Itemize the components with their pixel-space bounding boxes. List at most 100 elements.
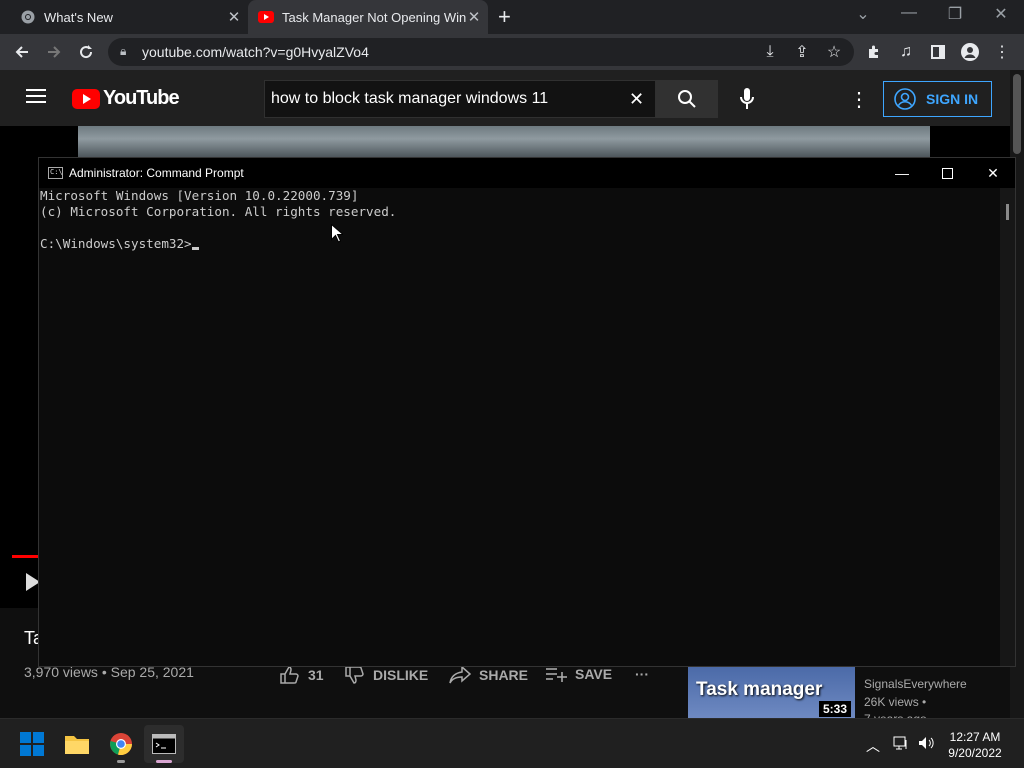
account-icon: [894, 88, 916, 110]
clock-time: 12:27 AM: [949, 730, 1001, 744]
bookmark-star-icon[interactable]: ☆: [824, 42, 844, 62]
more-actions-icon: ···: [635, 666, 649, 682]
tab-youtube-video[interactable]: Task Manager Not Opening Windows ✕: [248, 0, 488, 34]
chrome-taskbar-button[interactable]: [101, 725, 141, 763]
lock-icon: 🔒︎: [120, 44, 127, 58]
windows-taskbar: ︿ 12:27 AM 9/20/2022: [0, 718, 1024, 768]
share-icon[interactable]: ⇪: [792, 42, 812, 62]
console-output[interactable]: Microsoft Windows [Version 10.0.22000.73…: [39, 188, 999, 666]
cmd-title-bar[interactable]: C:\ Administrator: Command Prompt — ✕: [39, 158, 1015, 188]
thumbs-down-icon: [345, 666, 364, 684]
clock-date: 9/20/2022: [948, 746, 1002, 760]
microphone-icon[interactable]: [740, 88, 754, 115]
sign-in-label: SIGN IN: [926, 91, 979, 107]
restore-icon[interactable]: ❐: [943, 4, 967, 24]
tab-strip: What's New ✕ Task Manager Not Opening Wi…: [0, 0, 1024, 34]
clear-search-icon[interactable]: ✕: [629, 89, 644, 110]
media-control-icon[interactable]: ♫: [896, 42, 916, 62]
console-prompt: C:\Windows\system32>: [40, 236, 192, 251]
close-tab-icon[interactable]: ✕: [226, 8, 242, 26]
tab-title: What's New: [44, 9, 113, 25]
running-indicator: [117, 760, 125, 763]
cmd-close-icon[interactable]: ✕: [970, 158, 1016, 188]
youtube-logo[interactable]: YouTube: [72, 87, 180, 110]
install-icon[interactable]: ⤓: [760, 42, 780, 62]
browser-toolbar: 🔒︎ youtube.com/watch?v=g0HvyalZVo4 ⤓ ⇪ ☆…: [0, 34, 1024, 70]
search-icon: [678, 90, 696, 108]
new-tab-icon[interactable]: +: [498, 6, 511, 28]
video-frame: [78, 126, 930, 158]
youtube-header: YouTube how to block task manager window…: [0, 70, 1024, 126]
minimize-icon[interactable]: —: [897, 4, 921, 22]
cmd-maximize-icon[interactable]: [924, 158, 970, 188]
recommended-channel[interactable]: SignalsEverywhere: [864, 677, 967, 691]
cmd-taskbar-button[interactable]: [144, 725, 184, 763]
terminal-icon: [152, 734, 176, 754]
forward-icon[interactable]: [44, 42, 64, 62]
save-label: SAVE: [575, 666, 613, 682]
video-duration: 5:33: [818, 701, 851, 717]
more-actions-button[interactable]: ···: [635, 666, 649, 682]
settings-kebab-icon[interactable]: ⋮: [849, 87, 869, 112]
extensions-icon[interactable]: [864, 42, 884, 62]
recommended-thumbnail[interactable]: Task manager 5:33: [688, 667, 855, 719]
chrome-logo-icon: [110, 733, 133, 756]
profile-icon[interactable]: [960, 42, 980, 62]
playlist-add-icon: [546, 668, 567, 682]
cmd-window-title: Administrator: Command Prompt: [69, 166, 244, 180]
dislike-label: DISLIKE: [373, 667, 429, 683]
close-tab-icon[interactable]: ✕: [466, 8, 482, 26]
share-button[interactable]: SHARE: [449, 666, 528, 684]
youtube-play-logo-icon: [72, 88, 100, 109]
address-bar[interactable]: 🔒︎ youtube.com/watch?v=g0HvyalZVo4: [108, 38, 854, 66]
cmd-scrollbar-thumb[interactable]: [1006, 204, 1009, 220]
tab-whats-new[interactable]: What's New ✕: [8, 0, 248, 34]
search-button[interactable]: [656, 80, 718, 118]
start-button[interactable]: [12, 725, 52, 763]
cmd-scrollbar[interactable]: [1000, 188, 1015, 666]
thumbnail-text: Task manager: [696, 679, 823, 700]
share-arrow-icon: [449, 666, 471, 684]
page-scrollbar-thumb[interactable]: [1013, 74, 1021, 154]
search-value: how to block task manager windows 11: [271, 90, 549, 107]
console-prompt-line[interactable]: C:\Windows\system32>: [40, 236, 999, 252]
like-button[interactable]: 31: [280, 666, 324, 684]
reload-icon[interactable]: [76, 42, 96, 62]
text-cursor: [191, 247, 199, 250]
file-explorer-button[interactable]: [57, 725, 97, 763]
chrome-icon: [20, 9, 36, 25]
network-icon[interactable]: [893, 736, 909, 753]
youtube-icon: [258, 9, 274, 25]
tab-title: Task Manager Not Opening Windows: [282, 9, 466, 25]
folder-icon: [65, 736, 89, 754]
share-label: SHARE: [479, 667, 529, 683]
logo-text: YouTube: [103, 87, 180, 109]
back-icon[interactable]: [12, 42, 32, 62]
hamburger-menu-icon[interactable]: [26, 88, 46, 109]
cmd-app-icon: C:\: [48, 167, 63, 179]
side-panel-icon[interactable]: [928, 42, 948, 62]
like-count: 31: [308, 667, 324, 683]
cmd-minimize-icon[interactable]: —: [879, 158, 925, 188]
windows-logo-icon: [20, 732, 44, 756]
menu-kebab-icon[interactable]: ⋮: [992, 42, 1012, 62]
search-input[interactable]: how to block task manager windows 11 ✕: [264, 80, 656, 118]
active-indicator: [156, 760, 172, 763]
mouse-pointer-icon: [331, 223, 345, 248]
save-button[interactable]: SAVE: [545, 666, 612, 682]
recommended-views: 26K views •: [864, 695, 927, 709]
tab-search-icon[interactable]: ⌄: [851, 4, 875, 24]
progress-bar[interactable]: [12, 555, 40, 558]
volume-icon[interactable]: [918, 736, 936, 753]
sign-in-button[interactable]: SIGN IN: [883, 81, 992, 117]
dislike-button[interactable]: DISLIKE: [345, 666, 428, 684]
console-line: Microsoft Windows [Version 10.0.22000.73…: [40, 188, 359, 203]
close-window-icon[interactable]: ✕: [989, 4, 1013, 24]
system-clock[interactable]: 12:27 AM 9/20/2022: [940, 729, 1010, 761]
url-text: youtube.com/watch?v=g0HvyalZVo4: [142, 44, 369, 60]
thumbs-up-icon: [280, 666, 299, 684]
command-prompt-window[interactable]: C:\ Administrator: Command Prompt — ✕ Mi…: [38, 157, 1016, 667]
show-hidden-icons-icon[interactable]: ︿: [866, 736, 880, 756]
console-line: (c) Microsoft Corporation. All rights re…: [40, 204, 397, 219]
